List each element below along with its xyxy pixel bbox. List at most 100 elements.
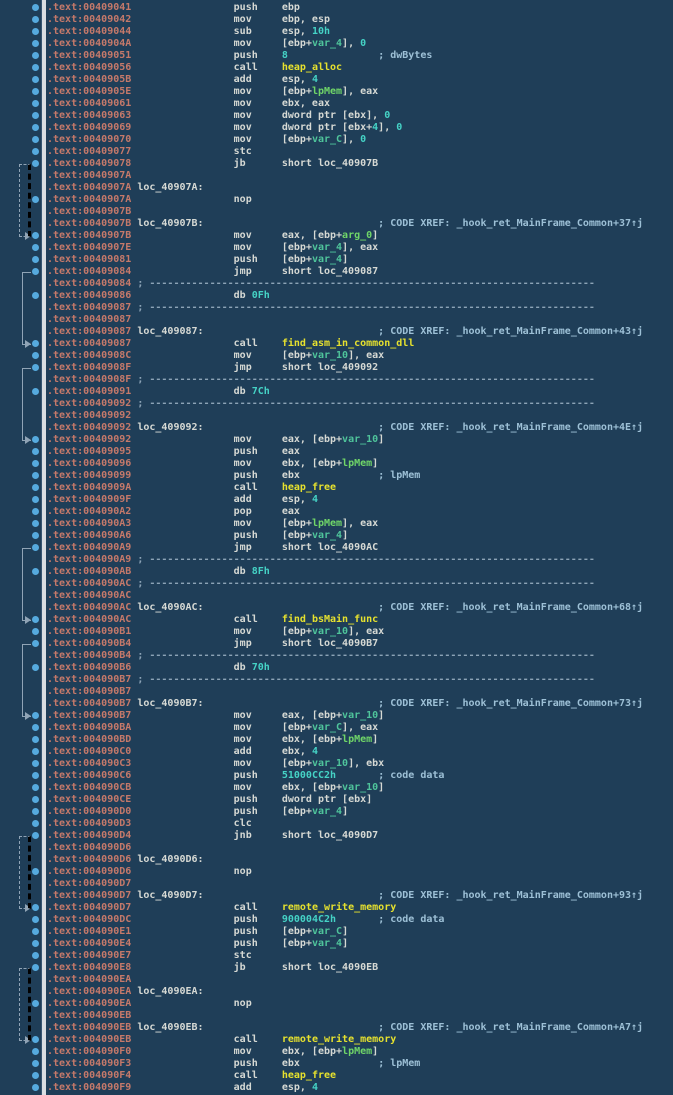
disasm-line[interactable]: .text:0040905E mov [ebp+lpMem], eax: [47, 86, 643, 98]
disasm-line[interactable]: .text:004090C3 mov [ebp+var_10], ebx: [47, 758, 643, 770]
disasm-line[interactable]: .text:004090D7 call remote_write_memory: [47, 902, 643, 914]
instruction-dot[interactable]: [32, 736, 39, 743]
instruction-dot[interactable]: [32, 1048, 39, 1055]
instruction-dot[interactable]: [32, 16, 39, 23]
disasm-line[interactable]: .text:004090D6 loc_4090D6:: [47, 854, 643, 866]
instruction-dot[interactable]: [32, 112, 39, 119]
disasm-line[interactable]: .text:004090B7 mov eax, [ebp+var_10]: [47, 710, 643, 722]
instruction-dot[interactable]: [32, 256, 39, 263]
instruction-dot[interactable]: [32, 40, 39, 47]
disasm-line[interactable]: .text:004090AB db 8Fh: [47, 566, 643, 578]
disasm-line[interactable]: .text:004090D4 jnb short loc_4090D7: [47, 830, 643, 842]
instruction-dot[interactable]: [32, 664, 39, 671]
disasm-line[interactable]: .text:00409095 push eax: [47, 446, 643, 458]
instruction-dot[interactable]: [32, 100, 39, 107]
disasm-line[interactable]: .text:0040907B: [47, 206, 643, 218]
disasm-line[interactable]: .text:00409063 mov dword ptr [ebx], 0: [47, 110, 643, 122]
instruction-dot[interactable]: [32, 820, 39, 827]
disasm-line[interactable]: .text:004090B4 ; -----------------------…: [47, 650, 643, 662]
disasm-line[interactable]: .text:004090EA loc_4090EA:: [47, 986, 643, 998]
instruction-dot[interactable]: [32, 52, 39, 59]
disasm-line[interactable]: .text:004090E1 push [ebp+var_C]: [47, 926, 643, 938]
disasm-line[interactable]: .text:0040907B loc_40907B: ; CODE XREF: …: [47, 218, 643, 230]
instruction-dot[interactable]: [32, 196, 39, 203]
disasm-line[interactable]: .text:00409078 jb short loc_40907B: [47, 158, 643, 170]
disasm-line[interactable]: .text:004090D3 clc: [47, 818, 643, 830]
disasm-line[interactable]: .text:004090B6 db 70h: [47, 662, 643, 674]
instruction-dot[interactable]: [32, 904, 39, 911]
disasm-line[interactable]: .text:004090D0 push [ebp+var_4]: [47, 806, 643, 818]
disasm-line[interactable]: .text:00409041 push ebp: [47, 2, 643, 14]
disasm-line[interactable]: .text:004090D6: [47, 842, 643, 854]
instruction-dot[interactable]: [32, 244, 39, 251]
disasm-line[interactable]: .text:004090F4 call heap_free: [47, 1070, 643, 1082]
disasm-line[interactable]: .text:004090B7 loc_4090B7: ; CODE XREF: …: [47, 698, 643, 710]
disasm-line[interactable]: .text:0040907A: [47, 170, 643, 182]
instruction-dot[interactable]: [32, 616, 39, 623]
instruction-dot[interactable]: [32, 928, 39, 935]
instruction-dot[interactable]: [32, 712, 39, 719]
disasm-line[interactable]: .text:00409087 ; -----------------------…: [47, 302, 643, 314]
disasm-line[interactable]: .text:004090E4 push [ebp+var_4]: [47, 938, 643, 950]
instruction-dot[interactable]: [32, 484, 39, 491]
disasm-line[interactable]: .text:004090EB call remote_write_memory: [47, 1034, 643, 1046]
instruction-dot[interactable]: [32, 952, 39, 959]
disasm-line[interactable]: .text:004090BA mov [ebp+var_C], eax: [47, 722, 643, 734]
disasm-line[interactable]: .text:004090D6 nop: [47, 866, 643, 878]
instruction-dot[interactable]: [32, 832, 39, 839]
disasm-line[interactable]: .text:004090DC push 900004C2h ; code dat…: [47, 914, 643, 926]
disasm-line[interactable]: .text:00409084 ; -----------------------…: [47, 278, 643, 290]
instruction-dot[interactable]: [32, 460, 39, 467]
instruction-dot[interactable]: [32, 496, 39, 503]
disasm-line[interactable]: .text:004090A2 pop eax: [47, 506, 643, 518]
instruction-dot[interactable]: [32, 784, 39, 791]
disasm-line[interactable]: .text:004090EA nop: [47, 998, 643, 1010]
instruction-dot[interactable]: [32, 508, 39, 515]
disasm-line[interactable]: .text:00409087 call find_asm_in_common_d…: [47, 338, 643, 350]
instruction-dot[interactable]: [32, 760, 39, 767]
disasm-line[interactable]: .text:004090E7 stc: [47, 950, 643, 962]
instruction-dot[interactable]: [32, 148, 39, 155]
disasm-line[interactable]: .text:004090AC call find_bsMain_func: [47, 614, 643, 626]
instruction-dot[interactable]: [32, 1060, 39, 1067]
instruction-dot[interactable]: [32, 124, 39, 131]
disasm-line[interactable]: .text:004090CE push dword ptr [ebx]: [47, 794, 643, 806]
instruction-dot[interactable]: [32, 628, 39, 635]
disasm-line[interactable]: .text:0040907B mov eax, [ebp+arg_0]: [47, 230, 643, 242]
disasm-line[interactable]: .text:00409099 push ebx ; lpMem: [47, 470, 643, 482]
instruction-dot[interactable]: [32, 76, 39, 83]
instruction-dot[interactable]: [32, 796, 39, 803]
disasm-line[interactable]: .text:00409042 mov ebp, esp: [47, 14, 643, 26]
disasm-line[interactable]: .text:00409091 db 7Ch: [47, 386, 643, 398]
disasm-line[interactable]: .text:00409069 mov dword ptr [ebx+4], 0: [47, 122, 643, 134]
disasm-line[interactable]: .text:004090A9 jmp short loc_4090AC: [47, 542, 643, 554]
disasm-line[interactable]: .text:00409092 mov eax, [ebp+var_10]: [47, 434, 643, 446]
disasm-line[interactable]: .text:00409087: [47, 314, 643, 326]
instruction-dot[interactable]: [32, 1084, 39, 1091]
disasm-line[interactable]: .text:00409081 push [ebp+var_4]: [47, 254, 643, 266]
disasm-line[interactable]: .text:00409070 mov [ebp+var_C], 0: [47, 134, 643, 146]
instruction-dot[interactable]: [32, 4, 39, 11]
instruction-dot[interactable]: [32, 364, 39, 371]
instruction-dot[interactable]: [32, 1000, 39, 1007]
disasm-line[interactable]: .text:004090EB: [47, 1010, 643, 1022]
instruction-dot[interactable]: [32, 160, 39, 167]
instruction-dot[interactable]: [32, 640, 39, 647]
disasm-line[interactable]: .text:004090AC loc_4090AC: ; CODE XREF: …: [47, 602, 643, 614]
disasm-line[interactable]: .text:004090BD mov ebx, [ebp+lpMem]: [47, 734, 643, 746]
disasm-line[interactable]: .text:0040904A mov [ebp+var_4], 0: [47, 38, 643, 50]
disasm-line[interactable]: .text:0040907A nop: [47, 194, 643, 206]
disasm-line[interactable]: .text:004090A9 ; -----------------------…: [47, 554, 643, 566]
disasm-line[interactable]: .text:0040909F add esp, 4: [47, 494, 643, 506]
disasm-line[interactable]: .text:00409087 loc_409087: ; CODE XREF: …: [47, 326, 643, 338]
instruction-dot[interactable]: [32, 568, 39, 575]
disasm-line[interactable]: .text:004090F0 mov ebx, [ebp+lpMem]: [47, 1046, 643, 1058]
disasm-line[interactable]: .text:004090E8 jb short loc_4090EB: [47, 962, 643, 974]
disasm-line[interactable]: .text:0040905B add esp, 4: [47, 74, 643, 86]
instruction-dot[interactable]: [32, 916, 39, 923]
instruction-dot[interactable]: [32, 340, 39, 347]
instruction-dot[interactable]: [32, 964, 39, 971]
disasm-line[interactable]: .text:004090B7 ; -----------------------…: [47, 674, 643, 686]
disasm-line[interactable]: .text:004090A3 mov [ebp+lpMem], eax: [47, 518, 643, 530]
disasm-line[interactable]: .text:0040907E mov [ebp+var_4], eax: [47, 242, 643, 254]
